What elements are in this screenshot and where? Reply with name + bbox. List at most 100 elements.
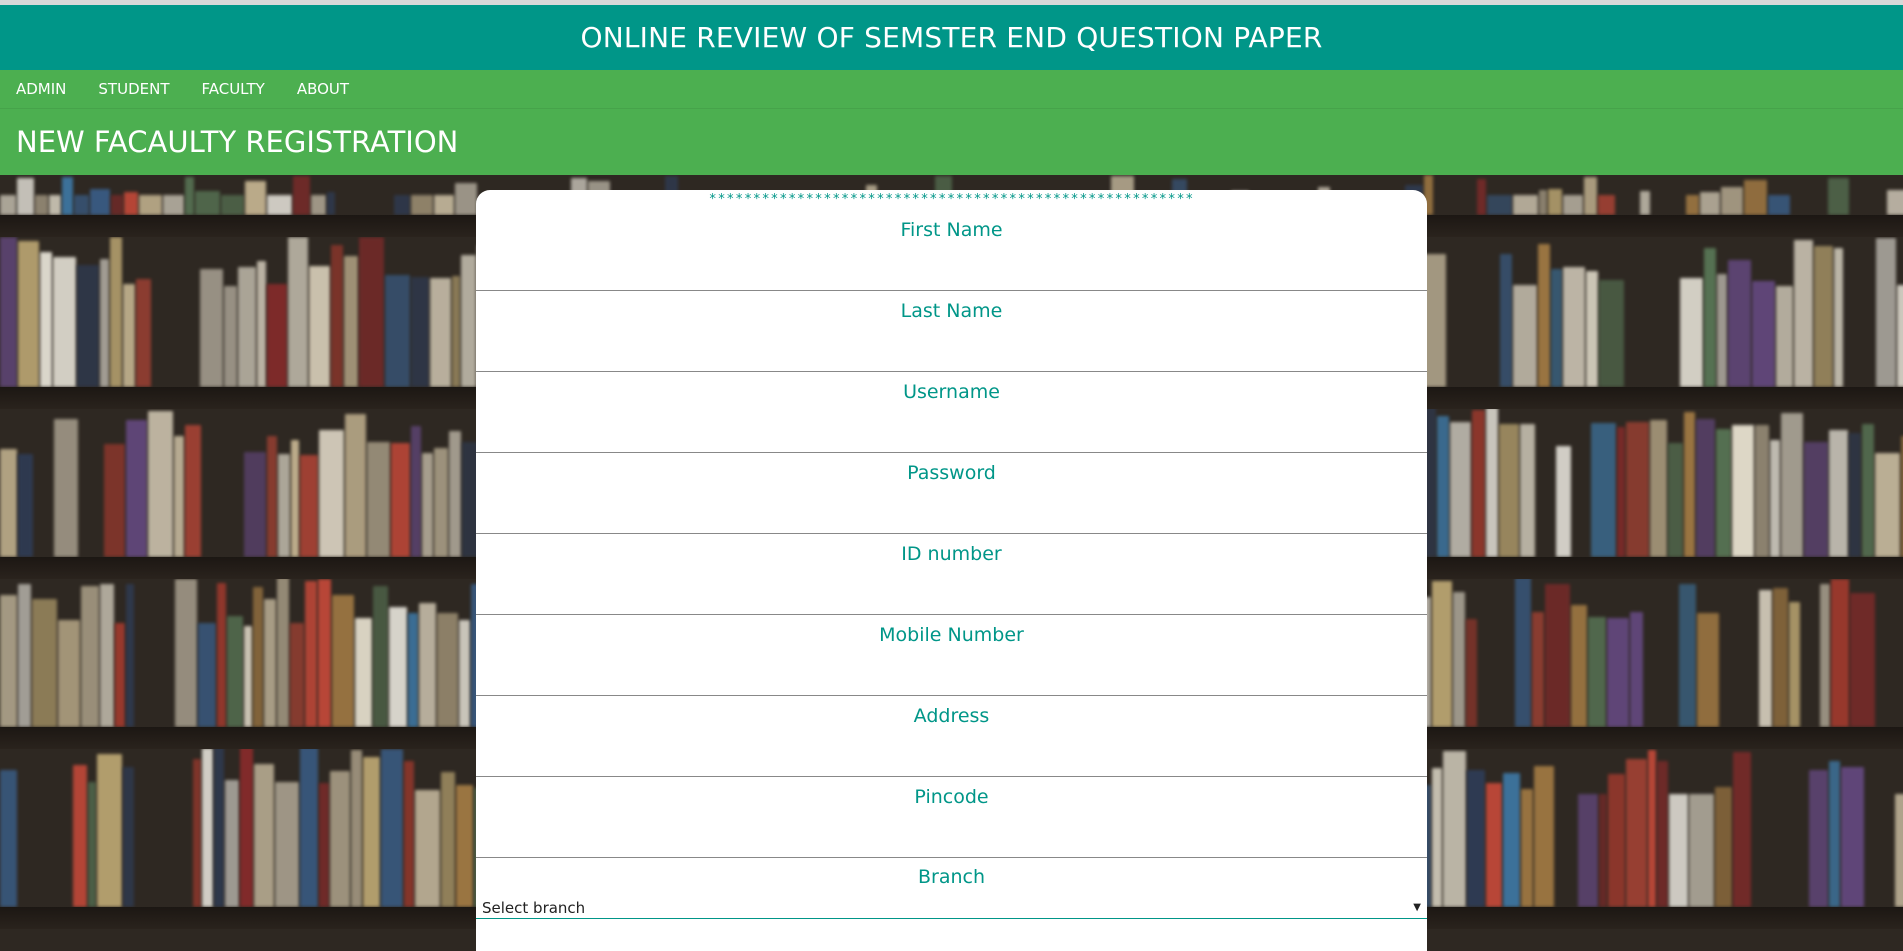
book-spine xyxy=(344,256,358,387)
book-spine xyxy=(1828,178,1849,215)
book-spine xyxy=(264,599,276,727)
book-spine xyxy=(245,181,266,215)
book-spine xyxy=(291,440,299,557)
site-title: ONLINE REVIEW OF SEMSTER END QUESTION PA… xyxy=(580,21,1323,54)
book-spine xyxy=(278,454,290,557)
first-name-input[interactable] xyxy=(476,250,1427,290)
book-spine xyxy=(389,607,407,727)
book-spine xyxy=(1849,433,1861,557)
book-spine xyxy=(0,237,17,387)
book-spine xyxy=(1770,440,1780,557)
book-spine xyxy=(1626,422,1649,557)
book-spine xyxy=(411,426,421,557)
book-spine xyxy=(309,266,330,387)
book-spine xyxy=(363,757,380,907)
nav-about[interactable]: ABOUT xyxy=(281,70,365,108)
id-number-input[interactable] xyxy=(476,574,1427,614)
book-spine xyxy=(434,195,454,215)
book-spine xyxy=(1704,248,1716,387)
book-spine xyxy=(193,759,201,907)
book-spine xyxy=(359,237,384,387)
book-spine xyxy=(1744,180,1767,215)
book-spine xyxy=(100,584,114,727)
book-spine xyxy=(1520,424,1535,557)
book-spine xyxy=(175,579,197,727)
book-spine xyxy=(1717,274,1727,387)
id-number-label: ID number xyxy=(901,543,1002,565)
nav-student[interactable]: STUDENT xyxy=(82,70,185,108)
book-spine xyxy=(1450,422,1471,557)
book-spine xyxy=(123,767,134,907)
book-spine xyxy=(1466,619,1477,727)
book-spine xyxy=(198,623,216,727)
password-label: Password xyxy=(907,462,996,484)
book-spine xyxy=(430,278,451,387)
nav-admin[interactable]: ADMIN xyxy=(0,70,82,108)
book-spine xyxy=(1776,286,1793,387)
book-spine xyxy=(1759,590,1772,727)
book-spine xyxy=(1499,424,1519,557)
main-nav: ADMIN STUDENT FACULTY ABOUT xyxy=(0,70,1903,109)
book-spine xyxy=(288,237,308,387)
username-label: Username xyxy=(903,381,1000,403)
book-spine xyxy=(422,453,433,557)
book-spine xyxy=(1721,187,1743,215)
book-spine xyxy=(88,782,96,907)
book-spine xyxy=(1588,617,1606,727)
pincode-input[interactable] xyxy=(476,817,1427,857)
book-spine xyxy=(381,749,403,907)
site-title-bar: ONLINE REVIEW OF SEMSTER END QUESTION PA… xyxy=(0,5,1903,70)
book-spine xyxy=(355,618,372,727)
first-name-label: First Name xyxy=(900,219,1003,241)
username-input[interactable] xyxy=(476,412,1427,452)
branch-select[interactable]: Select branch ▼ xyxy=(476,897,1427,919)
book-spine xyxy=(90,189,110,215)
book-spine xyxy=(1571,605,1587,727)
book-spine xyxy=(1716,429,1731,557)
mobile-number-input[interactable] xyxy=(476,655,1427,695)
book-spine xyxy=(345,414,366,557)
book-spine xyxy=(456,785,473,907)
book-spine xyxy=(1578,794,1598,907)
book-spine xyxy=(411,277,429,387)
book-spine xyxy=(126,420,147,557)
book-spine xyxy=(115,623,125,727)
book-spine xyxy=(455,183,477,215)
page-heading-bar: NEW FACAULTY REGISTRATION xyxy=(0,109,1903,175)
book-spine xyxy=(1669,794,1688,907)
book-spine xyxy=(1648,750,1656,907)
book-spine xyxy=(1556,446,1571,557)
book-spine xyxy=(1862,424,1874,557)
book-spine xyxy=(227,616,243,727)
book-spine xyxy=(441,772,455,907)
nav-faculty[interactable]: FACULTY xyxy=(185,70,280,108)
book-spine xyxy=(163,195,184,215)
address-input[interactable] xyxy=(476,736,1427,776)
book-spine xyxy=(17,178,34,215)
book-spine xyxy=(459,620,470,727)
book-spine xyxy=(1773,588,1788,727)
book-spine xyxy=(327,192,335,215)
pincode-field: Pincode xyxy=(476,777,1427,858)
pincode-label: Pincode xyxy=(914,786,989,808)
book-spine xyxy=(1829,761,1840,907)
book-spine xyxy=(1545,584,1570,727)
book-spine xyxy=(267,284,287,387)
book-spine xyxy=(1598,195,1615,215)
book-spine xyxy=(1686,195,1699,215)
book-spine xyxy=(330,771,350,907)
book-spine xyxy=(1680,278,1703,387)
last-name-input[interactable] xyxy=(476,331,1427,371)
branch-field: Branch Select branch ▼ xyxy=(476,858,1427,938)
book-spine xyxy=(225,780,239,907)
first-name-field: First Name xyxy=(476,210,1427,291)
last-name-field: Last Name xyxy=(476,291,1427,372)
book-spine xyxy=(221,195,244,215)
book-spine xyxy=(1538,244,1550,387)
book-spine xyxy=(1697,613,1719,727)
password-input[interactable] xyxy=(476,493,1427,533)
book-spine xyxy=(311,195,326,215)
book-spine xyxy=(415,790,440,907)
book-spine xyxy=(1608,774,1625,907)
book-spine xyxy=(1850,593,1875,727)
